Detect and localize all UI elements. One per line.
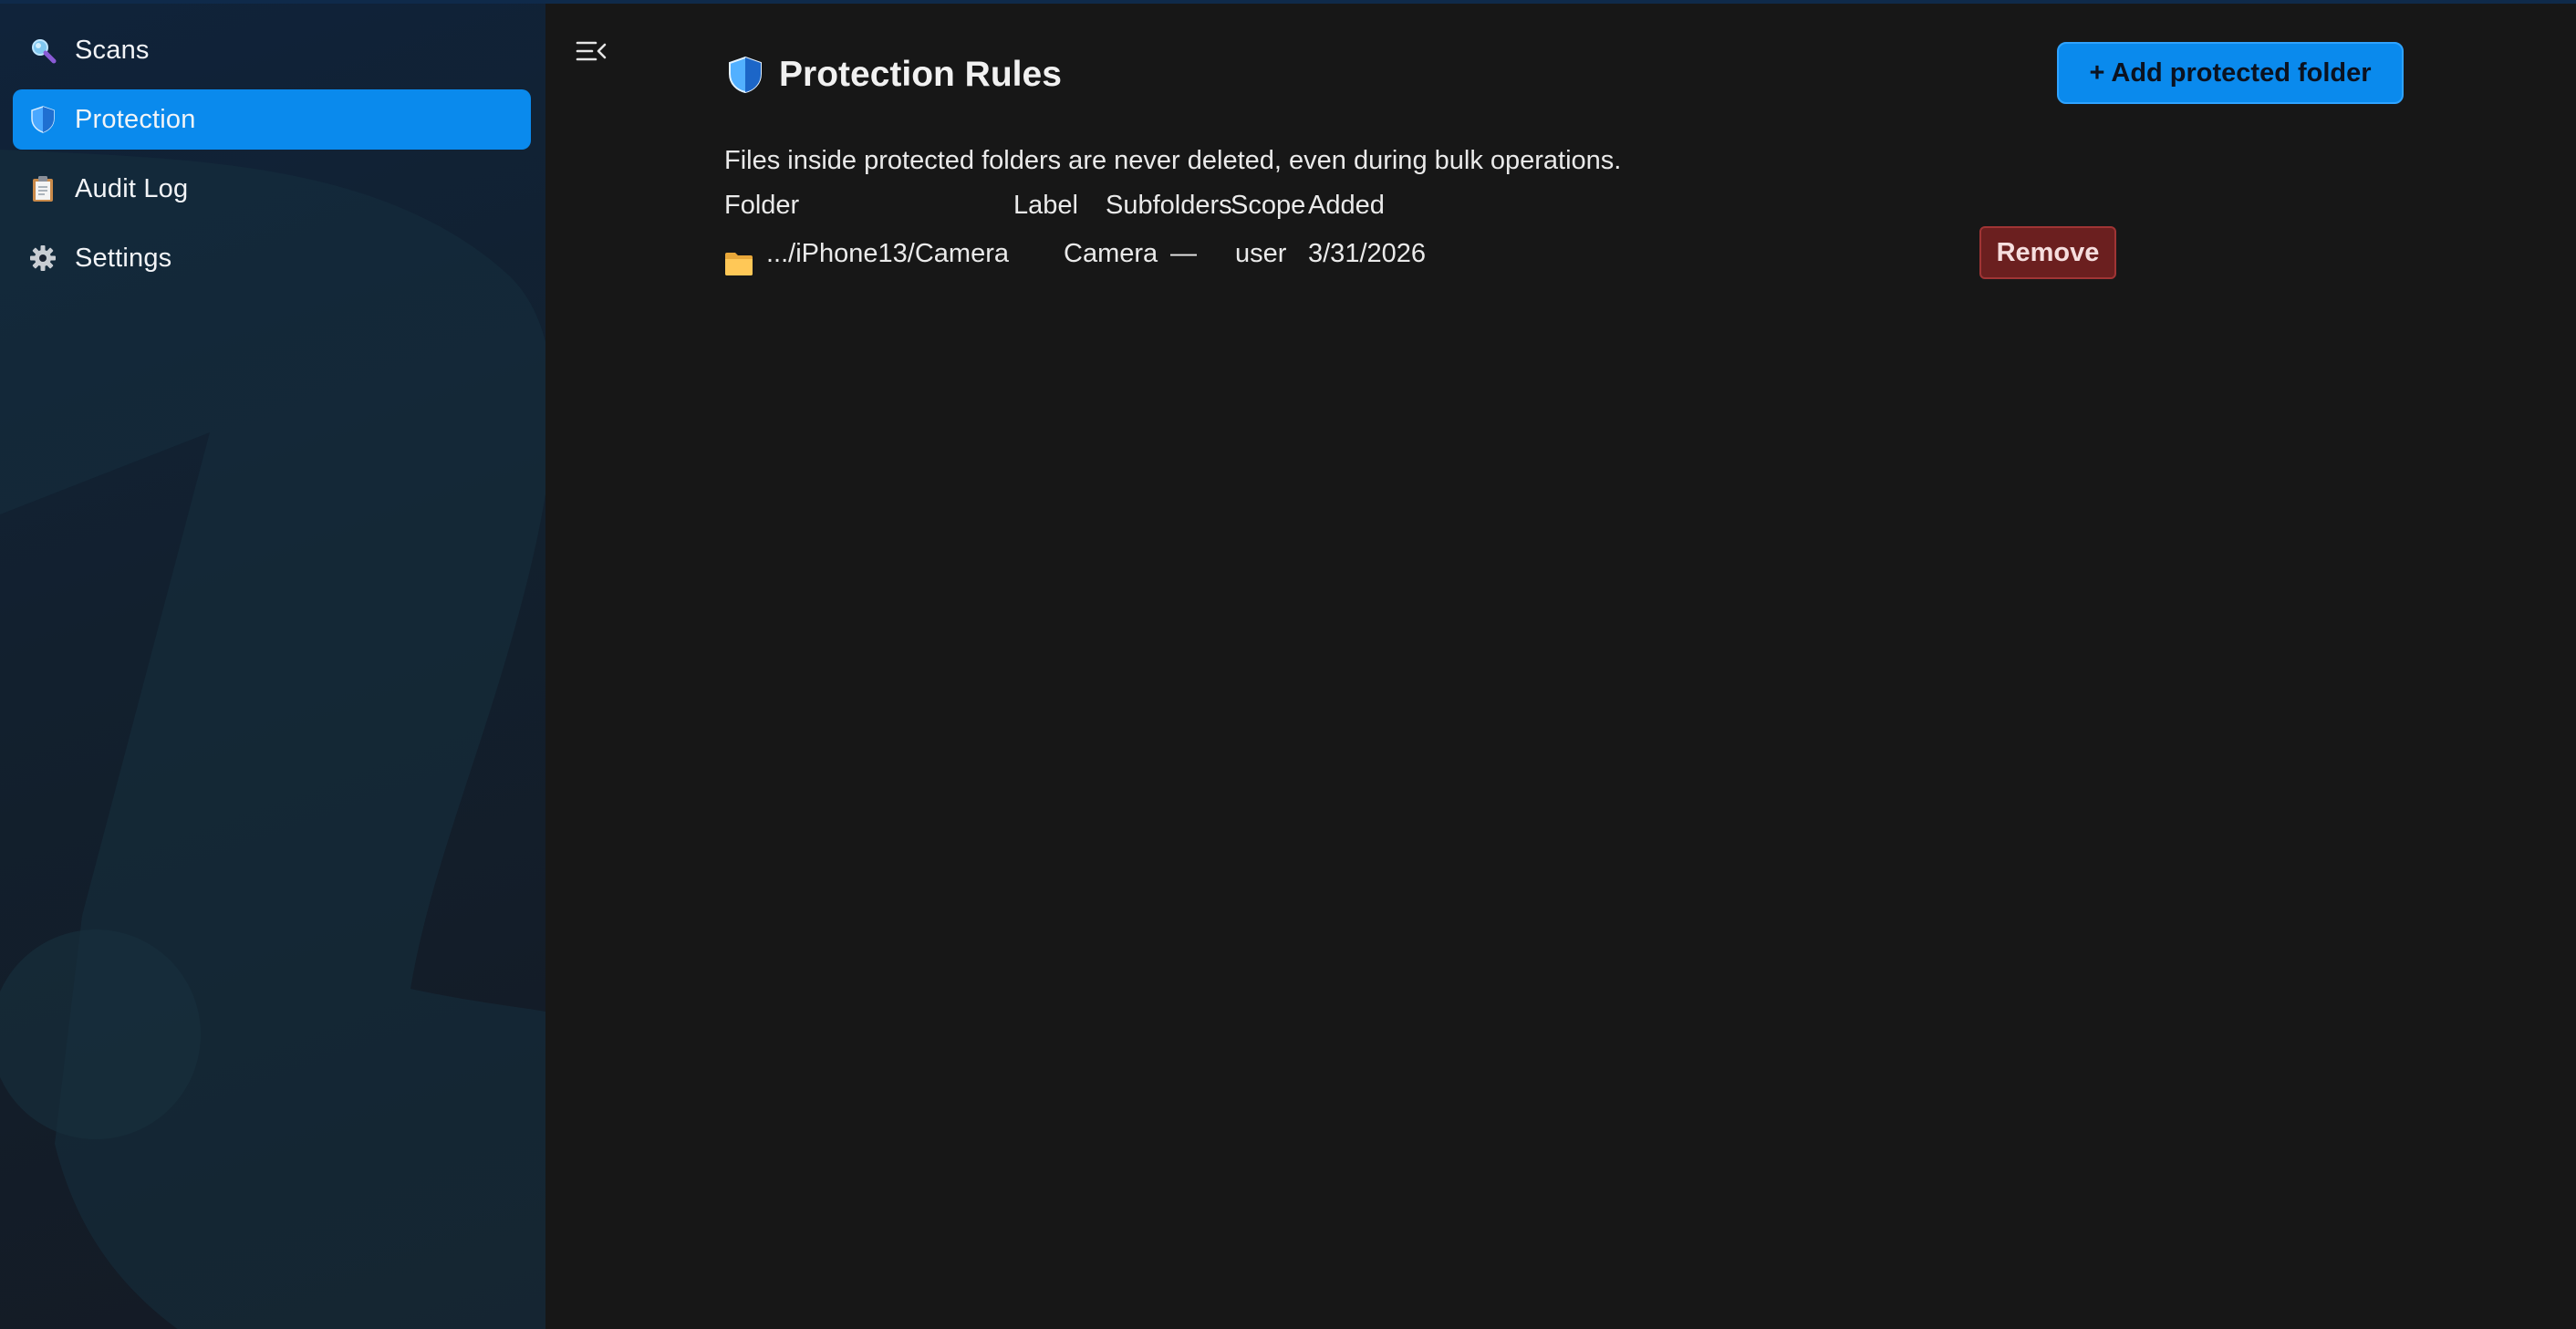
page-title: Protection Rules [779,55,1062,94]
sidebar-item-label: Audit Log [75,173,189,203]
main-panel: Protection Rules + Add protected folder … [545,4,2576,1329]
column-header-label: Label [1013,191,1078,220]
column-header-folder: Folder [724,191,800,220]
sidebar-item-label: Scans [75,35,150,65]
clipboard-icon [29,175,57,202]
page-header: Protection Rules [728,51,1062,99]
add-protected-folder-button[interactable]: + Add protected folder [2057,42,2404,104]
subfolders-cell: — [1170,239,1197,268]
sidebar-item-label: Settings [75,243,172,273]
collapse-sidebar-button[interactable] [573,35,609,71]
column-header-scope: Scope [1231,191,1306,220]
column-header-subfolders: Subfolders [1106,191,1232,220]
sidebar-item-protection[interactable]: Protection [13,89,531,150]
folder-icon [724,241,753,275]
shield-icon [728,56,763,94]
sidebar-item-settings[interactable]: Settings [13,228,531,288]
sidebar-item-label: Protection [75,104,196,134]
sidebar-item-audit-log[interactable]: Audit Log [13,159,531,219]
protection-description: Files inside protected folders are never… [724,146,1622,175]
search-icon [29,36,57,64]
app-window: Scans Protection Audit Log Settings Prot… [0,0,2576,1329]
folder-cell: .../iPhone13/Camera [724,226,1009,281]
remove-button[interactable]: Remove [1979,226,2116,279]
sidebar-nav: Scans Protection Audit Log Settings [13,20,531,297]
label-cell: Camera [1064,239,1158,268]
added-cell: 3/31/2026 [1308,239,1427,268]
sidebar-item-scans[interactable]: Scans [13,20,531,80]
scope-cell: user [1235,239,1287,268]
sidebar: Scans Protection Audit Log Settings [0,4,545,1329]
shield-icon [29,106,57,133]
collapse-menu-icon [576,39,607,67]
gear-icon [29,244,57,272]
column-header-added: Added [1308,191,1385,220]
folder-path: .../iPhone13/Camera [766,239,1009,268]
